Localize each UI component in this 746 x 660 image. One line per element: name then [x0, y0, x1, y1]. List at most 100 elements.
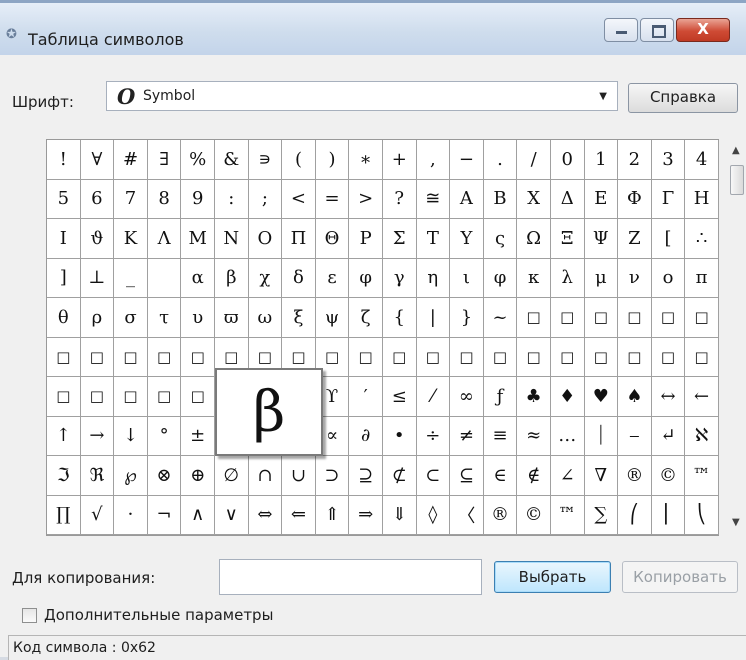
- character-cell[interactable]: ®: [483, 495, 518, 535]
- character-cell[interactable]: ≡: [483, 416, 518, 456]
- character-cell[interactable]: Φ: [618, 179, 652, 219]
- character-cell[interactable]: χ: [248, 258, 283, 298]
- character-cell[interactable]: ∴: [685, 219, 719, 259]
- character-cell[interactable]: 2: [618, 140, 652, 180]
- character-cell[interactable]: ω: [248, 298, 283, 338]
- character-cell[interactable]: 6: [80, 179, 115, 219]
- character-cell[interactable]: ⎜: [651, 495, 686, 535]
- character-cell[interactable]: γ: [382, 258, 417, 298]
- character-cell[interactable]: ⊕: [181, 456, 215, 496]
- character-cell[interactable]: ↵: [651, 416, 686, 456]
- character-cell[interactable]: ⊆: [450, 456, 484, 496]
- character-cell[interactable]: Ζ: [618, 219, 652, 259]
- character-cell[interactable]: ξ: [282, 298, 316, 338]
- character-cell[interactable]: ϖ: [214, 298, 249, 338]
- select-button[interactable]: Выбрать: [494, 561, 611, 593]
- character-cell[interactable]: ℜ: [80, 456, 115, 496]
- character-cell[interactable]: □: [382, 337, 417, 377]
- character-cell[interactable]: □: [651, 298, 686, 338]
- character-cell[interactable]: □: [47, 337, 81, 377]
- character-cell[interactable]: ∇: [584, 456, 619, 496]
- character-cell[interactable]: Ο: [248, 219, 283, 259]
- character-cell[interactable]: <: [282, 179, 316, 219]
- character-cell[interactable]: Σ: [382, 219, 417, 259]
- character-cell[interactable]: □: [550, 337, 585, 377]
- character-cell[interactable]: ∅: [214, 456, 249, 496]
- character-cell[interactable]: ⊃: [315, 456, 350, 496]
- character-cell[interactable]: ,: [416, 140, 451, 180]
- character-cell[interactable]: ⎝: [685, 495, 719, 535]
- character-cell[interactable]: □: [618, 298, 652, 338]
- character-cell[interactable]: □: [147, 377, 182, 417]
- character-cell[interactable]: 8: [147, 179, 182, 219]
- character-cell[interactable]: ∩: [248, 456, 283, 496]
- character-cell[interactable]: Ε: [584, 179, 619, 219]
- character-cell[interactable]: ∂: [349, 416, 383, 456]
- character-cell[interactable]: °: [147, 416, 182, 456]
- character-cell[interactable]: □: [147, 337, 182, 377]
- character-cell[interactable]: 4: [685, 140, 719, 180]
- character-cell[interactable]: σ: [114, 298, 148, 338]
- character-cell[interactable]: ♣: [517, 377, 551, 417]
- character-cell[interactable]: κ: [517, 258, 551, 298]
- character-cell[interactable]: □: [416, 337, 451, 377]
- character-cell[interactable]: ⊂: [416, 456, 451, 496]
- character-cell[interactable]: Γ: [651, 179, 686, 219]
- character-cell[interactable]: ?: [382, 179, 417, 219]
- minimize-button[interactable]: [604, 18, 638, 42]
- character-cell[interactable]: π: [685, 258, 719, 298]
- character-cell[interactable]: □: [550, 298, 585, 338]
- grid-scrollbar[interactable]: ▲ ▼: [728, 139, 746, 536]
- character-cell[interactable]: φ: [483, 258, 518, 298]
- character-cell[interactable]: Λ: [147, 219, 182, 259]
- character-cell[interactable]: ;: [248, 179, 283, 219]
- character-cell[interactable]: ◊: [416, 495, 451, 535]
- character-cell[interactable]: ƒ: [483, 377, 518, 417]
- character-cell[interactable]: Κ: [114, 219, 148, 259]
- character-cell[interactable]: ∏: [47, 495, 81, 535]
- character-cell[interactable]: |: [416, 298, 451, 338]
- scroll-thumb[interactable]: [730, 165, 744, 195]
- character-cell[interactable]: λ: [550, 258, 585, 298]
- character-cell[interactable]: □: [618, 337, 652, 377]
- character-cell[interactable]: 9: [181, 179, 215, 219]
- character-cell[interactable]: √: [80, 495, 115, 535]
- character-cell[interactable]: ←: [685, 377, 719, 417]
- character-cell[interactable]: ⇓: [382, 495, 417, 535]
- character-cell[interactable]: θ: [47, 298, 81, 338]
- character-cell[interactable]: ±: [181, 416, 215, 456]
- character-cell[interactable]: □: [80, 337, 115, 377]
- character-cell[interactable]: ]: [47, 258, 81, 298]
- character-cell[interactable]: 〈: [450, 495, 484, 535]
- character-cell[interactable]: υ: [181, 298, 215, 338]
- character-cell[interactable]: □: [181, 377, 215, 417]
- character-cell[interactable]: ): [315, 140, 350, 180]
- character-cell[interactable]: ↑: [47, 416, 81, 456]
- character-cell[interactable]: □: [114, 337, 148, 377]
- character-cell[interactable]: Β: [483, 179, 518, 219]
- character-cell[interactable]: ∧: [181, 495, 215, 535]
- maximize-button[interactable]: [640, 18, 674, 42]
- character-cell[interactable]: ™: [685, 456, 719, 496]
- character-cell[interactable]: ∀: [80, 140, 115, 180]
- character-cell[interactable]: ⇒: [349, 495, 383, 535]
- character-cell[interactable]: ∍: [248, 140, 283, 180]
- character-cell[interactable]: +: [382, 140, 417, 180]
- character-cell[interactable]: ℑ: [47, 456, 81, 496]
- character-cell[interactable]: Ρ: [349, 219, 383, 259]
- character-cell[interactable]: Θ: [315, 219, 350, 259]
- character-cell[interactable]: #: [114, 140, 148, 180]
- character-cell[interactable]: ι: [450, 258, 484, 298]
- character-cell[interactable]: □: [651, 337, 686, 377]
- character-cell[interactable]: ÷: [416, 416, 451, 456]
- character-cell[interactable]: □: [47, 377, 81, 417]
- character-cell[interactable]: ⊥: [80, 258, 115, 298]
- character-cell[interactable]: ∨: [214, 495, 249, 535]
- character-cell[interactable]: ′: [349, 377, 383, 417]
- character-cell[interactable]: /: [517, 140, 551, 180]
- character-cell[interactable]: −: [450, 140, 484, 180]
- character-cell[interactable]: •: [382, 416, 417, 456]
- character-cell[interactable]: ®: [618, 456, 652, 496]
- character-cell[interactable]: ≤: [382, 377, 417, 417]
- character-cell[interactable]: ∑: [584, 495, 619, 535]
